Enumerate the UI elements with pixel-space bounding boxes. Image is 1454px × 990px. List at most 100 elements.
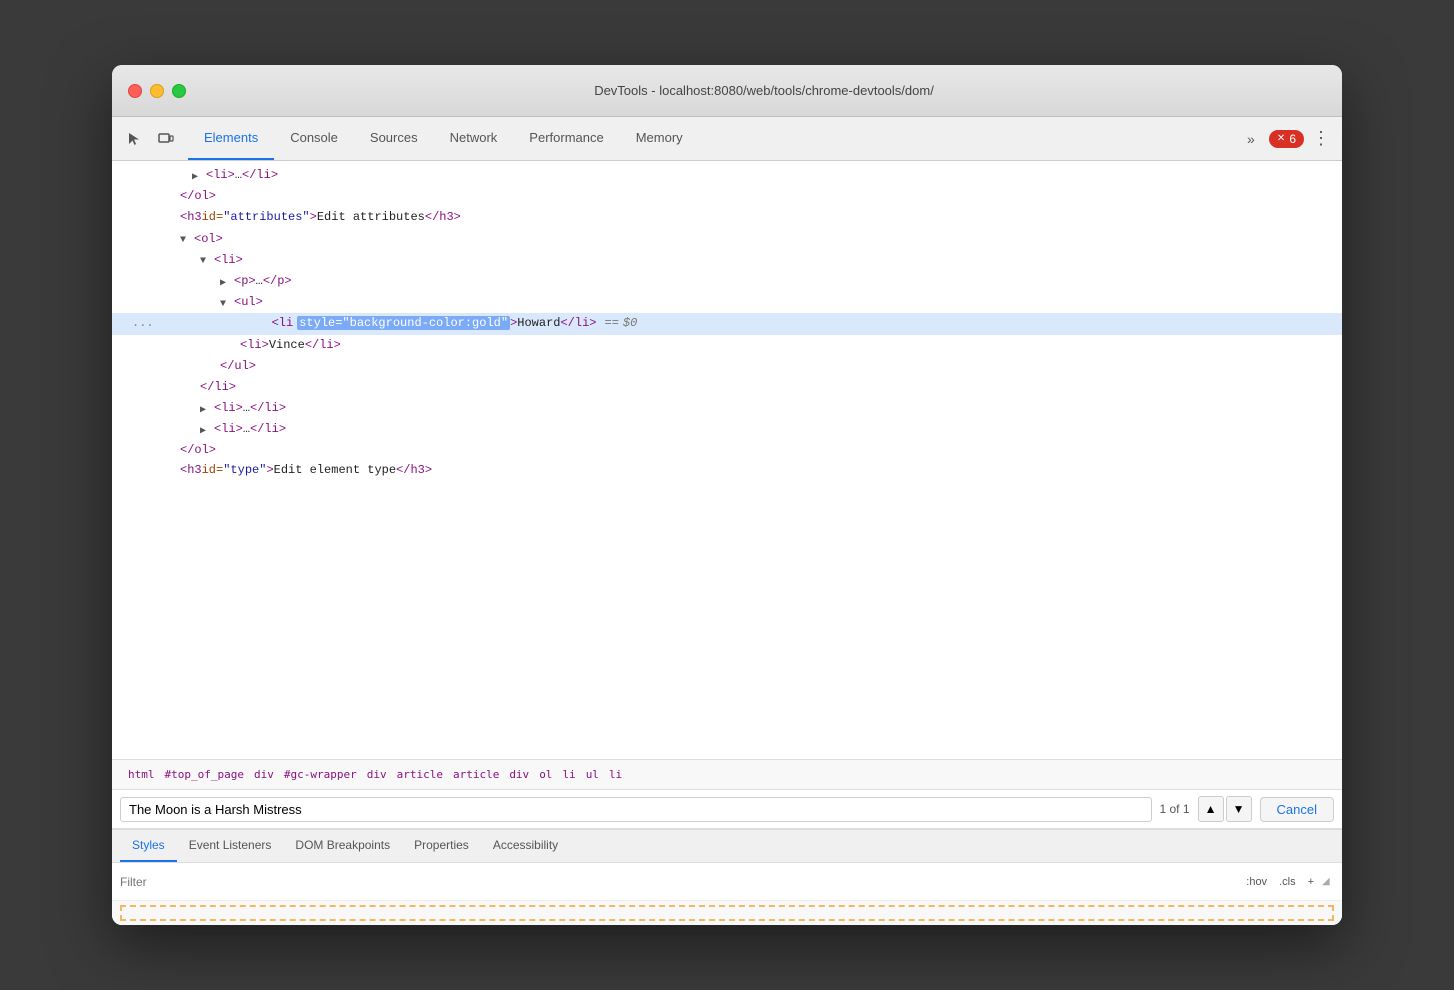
resize-handle: ◢: [1322, 876, 1334, 888]
tab-properties[interactable]: Properties: [402, 830, 481, 862]
tab-elements[interactable]: Elements: [188, 117, 274, 160]
collapse-icon[interactable]: ▶: [200, 403, 212, 415]
breadcrumb-li-1[interactable]: li: [558, 766, 579, 783]
dom-line[interactable]: </li>: [112, 377, 1342, 398]
inspect-button[interactable]: [120, 125, 148, 153]
tag: >: [510, 314, 517, 333]
collapse-icon[interactable]: ▶: [192, 170, 204, 182]
maximize-button[interactable]: [172, 84, 186, 98]
tag: <li>: [214, 420, 243, 439]
tab-memory[interactable]: Memory: [620, 117, 699, 160]
text: Edit attributes: [317, 208, 425, 227]
tag: <ul>: [234, 293, 263, 312]
dom-panel[interactable]: ▶ <li> … </li> </ol> <h3 id= "attributes…: [112, 161, 1342, 759]
close-button[interactable]: [128, 84, 142, 98]
tab-sources[interactable]: Sources: [354, 117, 434, 160]
tag: </p>: [263, 272, 292, 291]
search-count: 1 of 1: [1160, 802, 1190, 816]
tab-list: Elements Console Sources Network Perform…: [188, 117, 1237, 160]
tag: </li>: [250, 420, 286, 439]
dom-line[interactable]: ▶ <p> … </p>: [112, 271, 1342, 292]
tag: <h3: [180, 208, 202, 227]
toolbar: Elements Console Sources Network Perform…: [112, 117, 1342, 161]
collapse-icon[interactable]: ▼: [180, 233, 192, 245]
breadcrumb-li-2[interactable]: li: [605, 766, 626, 783]
search-next-button[interactable]: ▼: [1226, 796, 1252, 822]
ellipsis: …: [243, 420, 250, 439]
tag: </ul>: [220, 357, 256, 376]
tab-accessibility[interactable]: Accessibility: [481, 830, 570, 862]
minimize-button[interactable]: [150, 84, 164, 98]
dom-line[interactable]: ▶ <li> … </li>: [112, 419, 1342, 440]
attr-name: id=: [202, 462, 224, 480]
dom-line[interactable]: <h3 id= "attributes" > Edit attributes <…: [112, 207, 1342, 228]
breadcrumb-gc-wrapper[interactable]: #gc-wrapper: [280, 766, 361, 783]
ellipsis: …: [256, 272, 263, 291]
collapse-icon[interactable]: ▶: [200, 424, 212, 436]
dom-line[interactable]: ▼ <ol>: [112, 229, 1342, 250]
tag: </ol>: [180, 187, 216, 206]
dom-line[interactable]: <h3 id= "type" > Edit element type </h3>: [112, 462, 1342, 480]
window-title: DevTools - localhost:8080/web/tools/chro…: [202, 83, 1326, 98]
tag: <p>: [234, 272, 256, 291]
breadcrumb-div-1[interactable]: div: [250, 766, 278, 783]
search-cancel-button[interactable]: Cancel: [1260, 797, 1334, 822]
devtools-menu-button[interactable]: ⋮: [1308, 124, 1334, 153]
text: Howard: [517, 314, 560, 333]
breadcrumb-div-3[interactable]: div: [505, 766, 533, 783]
breadcrumb-html[interactable]: html: [124, 766, 159, 783]
dom-line[interactable]: ▶ <li> … </li>: [112, 165, 1342, 186]
search-prev-button[interactable]: ▲: [1198, 796, 1224, 822]
selected-attr: style="background-color:gold": [297, 316, 510, 330]
dom-line[interactable]: <li> Vince </li>: [112, 335, 1342, 356]
text: Vince: [269, 336, 305, 355]
dom-line[interactable]: ▼ <li>: [112, 250, 1342, 271]
error-badge[interactable]: ✕ 6: [1269, 130, 1304, 148]
title-bar: DevTools - localhost:8080/web/tools/chro…: [112, 65, 1342, 117]
tag: <li>: [214, 251, 243, 270]
tag: </li>: [560, 314, 596, 333]
tag: >: [266, 462, 273, 480]
breadcrumb-article-2[interactable]: article: [449, 766, 503, 783]
breadcrumb-ul[interactable]: ul: [582, 766, 603, 783]
tag: <li>: [214, 399, 243, 418]
tag: <li>: [206, 166, 235, 185]
tag: </h3>: [425, 208, 461, 227]
tab-console[interactable]: Console: [274, 117, 354, 160]
dom-line[interactable]: </ol>: [112, 186, 1342, 207]
tag: <li: [272, 314, 294, 333]
add-style-button[interactable]: +: [1304, 874, 1318, 890]
tag: </li>: [250, 399, 286, 418]
tab-performance[interactable]: Performance: [513, 117, 619, 160]
tab-styles[interactable]: Styles: [120, 830, 177, 862]
search-input[interactable]: [120, 797, 1152, 822]
breadcrumb-top-of-page[interactable]: #top_of_page: [161, 766, 248, 783]
close-tag: </li>: [242, 166, 278, 185]
tab-dom-breakpoints[interactable]: DOM Breakpoints: [283, 830, 402, 862]
search-bar: 1 of 1 ▲ ▼ Cancel: [112, 790, 1342, 829]
cls-button[interactable]: .cls: [1275, 874, 1300, 890]
device-toggle-button[interactable]: [152, 125, 180, 153]
collapse-icon[interactable]: ▼: [200, 254, 212, 266]
search-nav: ▲ ▼: [1198, 796, 1252, 822]
collapse-icon[interactable]: ▼: [220, 297, 232, 309]
filter-input[interactable]: [120, 875, 1242, 889]
dom-line[interactable]: </ul>: [112, 356, 1342, 377]
breadcrumb-div-2[interactable]: div: [363, 766, 391, 783]
breadcrumb-ol[interactable]: ol: [535, 766, 556, 783]
filter-bar: :hov .cls + ◢: [112, 863, 1342, 901]
dom-line[interactable]: </ol>: [112, 440, 1342, 461]
hov-button[interactable]: :hov: [1242, 874, 1271, 890]
tab-network[interactable]: Network: [434, 117, 514, 160]
tab-event-listeners[interactable]: Event Listeners: [177, 830, 284, 862]
collapse-icon[interactable]: ▶: [220, 276, 232, 288]
tag: </ol>: [180, 441, 216, 460]
tag: >: [310, 208, 317, 227]
dashed-border-indicator: [120, 905, 1334, 921]
bottom-panel: Styles Event Listeners DOM Breakpoints P…: [112, 829, 1342, 925]
dom-line[interactable]: ▶ <li> … </li>: [112, 398, 1342, 419]
selected-dom-line[interactable]: ... <li style="background-color:gold" > …: [112, 313, 1342, 334]
breadcrumb-article-1[interactable]: article: [393, 766, 447, 783]
dom-line[interactable]: ▼ <ul>: [112, 292, 1342, 313]
more-tabs-button[interactable]: »: [1237, 125, 1265, 153]
